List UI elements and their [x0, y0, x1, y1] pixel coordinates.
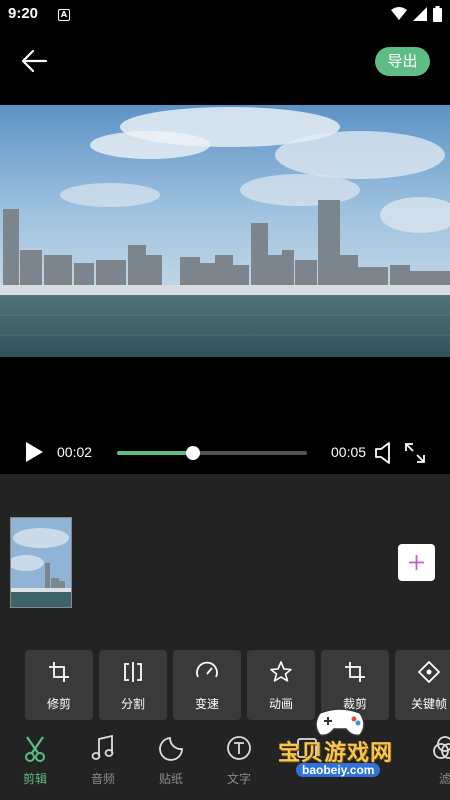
nav-filter[interactable]: 滤 [420, 730, 450, 800]
tool-label: 关键帧 [410, 697, 447, 711]
nav-audio[interactable]: 音频 [78, 730, 128, 800]
tool-split[interactable]: 分割 [99, 650, 167, 720]
seek-thumb[interactable] [186, 446, 200, 460]
seek-bar[interactable] [117, 446, 307, 460]
fullscreen-button[interactable] [404, 442, 426, 468]
sticker-icon [159, 737, 183, 761]
tool-crop[interactable]: 裁剪 [321, 650, 389, 720]
text-icon [227, 736, 251, 760]
nav-label: 剪辑 [22, 772, 47, 786]
tool-label: 裁剪 [342, 697, 367, 711]
wifi-icon [391, 7, 407, 20]
play-icon [26, 442, 43, 462]
current-time: 00:02 [57, 444, 93, 460]
music-note-icon [91, 735, 114, 760]
seek-progress [117, 451, 193, 455]
trim-icon [49, 662, 69, 682]
clip-thumbnail[interactable] [10, 517, 72, 608]
crop-icon [345, 662, 365, 682]
tool-trim[interactable]: 修剪 [25, 650, 93, 720]
notification-icon: A [58, 9, 70, 21]
total-time: 00:05 [331, 444, 367, 460]
tool-label: 动画 [268, 697, 293, 711]
plus-icon [409, 555, 424, 570]
add-clip-button[interactable] [398, 544, 435, 581]
tool-keyframe[interactable]: 关键帧 [395, 650, 450, 720]
nav-label: 贴纸 [158, 772, 183, 786]
back-button[interactable] [18, 44, 52, 78]
nav-edit[interactable]: 剪辑 [10, 730, 60, 800]
filter-icon [433, 736, 450, 759]
volume-button[interactable] [374, 442, 394, 468]
speaker-icon [375, 442, 390, 464]
tool-label: 分割 [120, 697, 145, 711]
nav-label: 文字 [226, 772, 251, 786]
bottom-nav: 剪辑 音频 贴纸 文字 滤 [0, 730, 450, 800]
nav-icon [297, 738, 317, 758]
star-icon [270, 661, 292, 682]
speed-gauge-icon [196, 661, 218, 678]
battery-icon [433, 6, 442, 22]
tool-label: 变速 [194, 697, 219, 711]
play-button[interactable] [24, 441, 44, 467]
clip-thumbnail-image [11, 518, 71, 607]
expand-icon [405, 443, 425, 463]
status-icons [391, 6, 442, 22]
status-bar: 9:20 A [0, 0, 450, 30]
nav-label: 音频 [90, 772, 115, 786]
edit-tools-row: 修剪 分割 变速 动画 裁剪 关键帧 [25, 650, 450, 720]
scissors-icon [25, 736, 45, 762]
nav-item-hidden[interactable] [282, 730, 332, 800]
video-preview[interactable] [0, 105, 450, 357]
tool-speed[interactable]: 变速 [173, 650, 241, 720]
playback-controls: 00:02 00:05 [0, 432, 450, 474]
tool-animation[interactable]: 动画 [247, 650, 315, 720]
arrow-left-icon [21, 49, 48, 73]
top-bar: 导出 [0, 30, 450, 105]
player-background [0, 357, 450, 432]
nav-label: 滤 [438, 772, 450, 786]
tool-label: 修剪 [46, 697, 71, 711]
nav-text[interactable]: 文字 [214, 730, 264, 800]
split-icon [124, 662, 142, 682]
keyframe-diamond-icon [417, 660, 441, 684]
video-frame-image [0, 105, 450, 357]
export-button[interactable]: 导出 [375, 47, 430, 76]
status-time: 9:20 [8, 5, 39, 22]
nav-sticker[interactable]: 贴纸 [146, 730, 196, 800]
signal-icon [413, 7, 427, 21]
